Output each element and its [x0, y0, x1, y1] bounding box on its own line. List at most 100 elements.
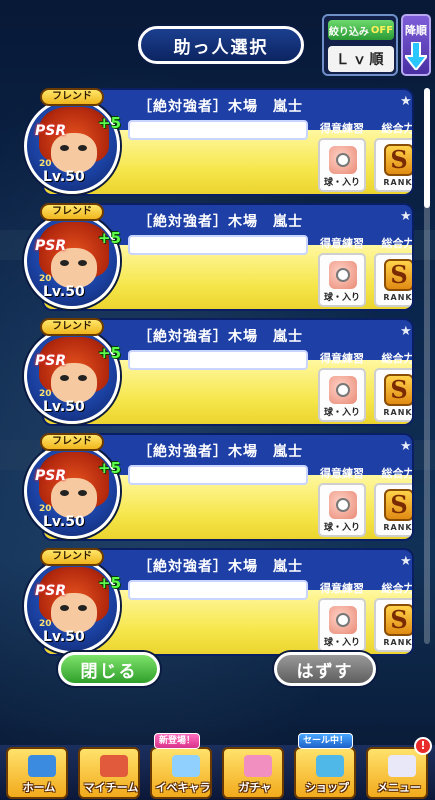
rank-sub: RANK: [383, 178, 413, 187]
character-face: [51, 478, 97, 518]
level-label: Lv.50: [43, 629, 85, 645]
nav-item-gacha[interactable]: ガチャ: [218, 745, 288, 800]
nav-label: ホーム: [22, 781, 56, 794]
nav-label: マイチーム: [83, 781, 139, 794]
scrollbar[interactable]: [424, 88, 430, 644]
star-icon: ★: [400, 324, 412, 339]
star-icon: ★: [400, 554, 412, 569]
character-portrait: PSR 20 Lv.50: [24, 558, 120, 654]
nav-label: ショップ: [305, 781, 349, 794]
skill-tile: 球・入り: [318, 253, 366, 307]
ball-icon: [329, 376, 357, 404]
sort-order-button[interactable]: 降順: [401, 14, 431, 76]
skill-label: 得意練習: [320, 582, 364, 595]
rank-value: S: [384, 259, 412, 291]
skill-value: 球・入り: [323, 178, 360, 188]
friend-badge: フレンド: [40, 203, 104, 221]
rank-value: S: [384, 144, 412, 176]
friend-badge: フレンド: [40, 318, 104, 336]
ball-icon: [329, 146, 357, 174]
rank-tile: S RANK: [374, 138, 413, 192]
helper-card[interactable]: ［絶対強者］木場 嵐士 ★ 得意練習 総合力 球・入り S RANK PSR 2…: [24, 203, 414, 311]
progress-bar: [128, 235, 308, 255]
card-number: 20: [39, 274, 52, 284]
rank-value: S: [384, 604, 412, 636]
rank-sub: RANK: [383, 293, 413, 302]
ball-icon: [329, 261, 357, 289]
card-number: 20: [39, 504, 52, 514]
card-number: 20: [39, 619, 52, 629]
helper-card[interactable]: ［絶対強者］木場 嵐士 ★ 得意練習 総合力 球・入り S RANK PSR 2…: [24, 433, 414, 541]
rank-label: 総合力: [381, 352, 414, 365]
character-name: ［絶対強者］木場 嵐士: [138, 329, 303, 345]
nav-label: ガチャ: [238, 781, 272, 794]
friend-badge: フレンド: [40, 88, 104, 106]
nav-item-event-character[interactable]: イベキャラ 新登場！: [146, 733, 216, 800]
progress-bar: [128, 350, 308, 370]
character-name: ［絶対強者］木場 嵐士: [138, 559, 303, 575]
rank-tile: S RANK: [374, 253, 413, 307]
filter-panel[interactable]: 絞り込み OFF Ｌｖ順: [322, 14, 398, 76]
progress-bar: [128, 120, 308, 140]
nav-item-menu[interactable]: メニュー!: [362, 737, 432, 800]
star-icon: ★: [400, 94, 412, 109]
bonus-label: +5: [98, 114, 122, 132]
helper-card[interactable]: ［絶対強者］木場 嵐士 ★ 得意練習 総合力 球・入り S RANK PSR 2…: [24, 88, 414, 196]
skill-tile: 球・入り: [318, 483, 366, 537]
bonus-label: +5: [98, 344, 122, 362]
character-face: [51, 363, 97, 403]
rank-label: 総合力: [381, 582, 414, 595]
close-button[interactable]: 閉じる: [58, 652, 160, 686]
event-character-icon: [172, 755, 200, 777]
character-portrait: PSR 20 Lv.50: [24, 443, 120, 539]
nav-item-home[interactable]: ホーム: [2, 745, 72, 800]
nav-tile: メニュー: [366, 747, 428, 799]
character-face: [51, 248, 97, 288]
rank-sub: RANK: [383, 523, 413, 532]
skill-value: 球・入り: [323, 408, 360, 418]
rank-label: 総合力: [381, 122, 414, 135]
rank-tile: S RANK: [374, 483, 413, 537]
helper-card[interactable]: ［絶対強者］木場 嵐士 ★ 得意練習 総合力 球・入り S RANK PSR 2…: [24, 318, 414, 426]
shop-icon: [316, 755, 344, 777]
filter-toggle[interactable]: 絞り込み OFF: [328, 20, 394, 40]
team-icon: [100, 755, 128, 777]
star-icon: ★: [400, 439, 412, 454]
character-name: ［絶対強者］木場 嵐士: [138, 214, 303, 230]
skill-value: 球・入り: [323, 293, 360, 303]
rank-label: 総合力: [381, 237, 414, 250]
level-label: Lv.50: [43, 169, 85, 185]
scrollbar-thumb[interactable]: [424, 88, 430, 208]
skill-tile: 球・入り: [318, 138, 366, 192]
nav-tile: ガチャ: [222, 747, 284, 799]
ball-icon: [329, 491, 357, 519]
rank-tile: S RANK: [374, 598, 412, 652]
nav-item-shop[interactable]: ショップ セール中！: [290, 733, 360, 800]
helper-card[interactable]: ［絶対強者］木場 嵐士 ★ 得意練習 総合力 球・入り S RANK PSR 2…: [24, 548, 414, 656]
nav-item-team[interactable]: マイチーム: [74, 745, 144, 800]
nav-tile: ホーム: [6, 747, 68, 799]
sort-select[interactable]: Ｌｖ順: [328, 46, 394, 72]
nav-badge: 新登場！: [154, 733, 201, 749]
page-title: 助っ人選択: [138, 26, 304, 64]
bonus-label: +5: [98, 574, 122, 592]
rank-tile: S RANK: [374, 368, 412, 422]
friend-badge: フレンド: [40, 433, 104, 451]
nav-tile: ショップ: [294, 747, 356, 799]
skill-value: 球・入り: [323, 638, 360, 648]
character-name: ［絶対強者］木場 嵐士: [138, 444, 303, 460]
character-portrait: PSR 20 Lv.50: [24, 98, 120, 194]
skill-label: 得意練習: [320, 237, 364, 250]
filter-label: 絞り込み: [328, 26, 369, 38]
rarity-logo: PSR: [35, 353, 67, 369]
character-face: [51, 133, 97, 173]
character-name: ［絶対強者］木場 嵐士: [138, 99, 303, 115]
level-label: Lv.50: [43, 399, 85, 415]
character-face: [51, 593, 97, 633]
progress-bar: [128, 580, 308, 600]
progress-bar: [128, 465, 308, 485]
card-number: 20: [39, 159, 52, 169]
remove-button[interactable]: はずす: [274, 652, 376, 686]
nav-label: イベキャラ: [155, 781, 211, 794]
nav-label: メニュー: [377, 781, 421, 794]
